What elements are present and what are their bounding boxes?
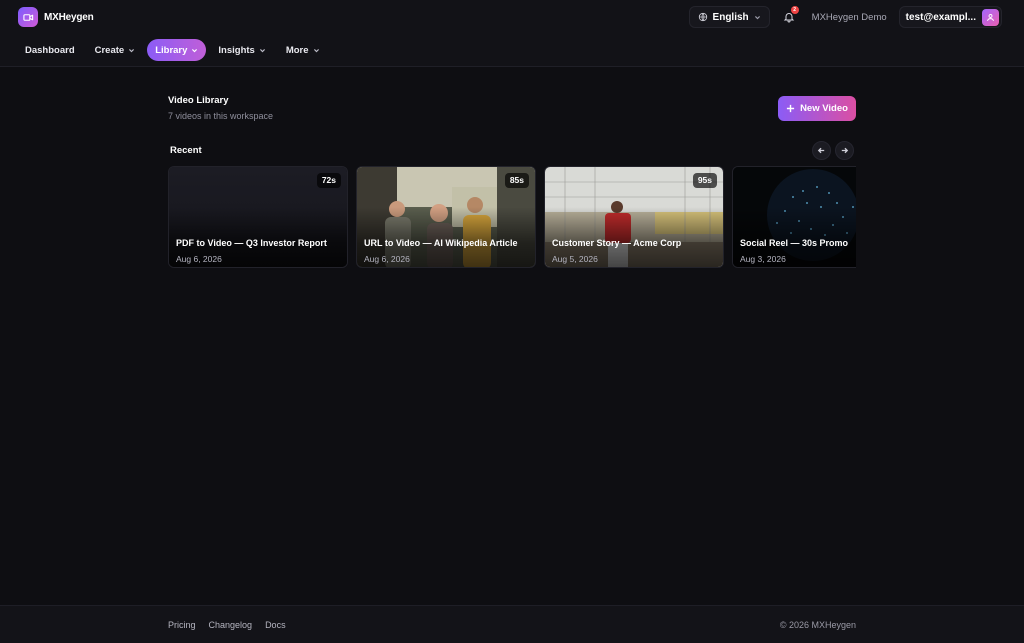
nav-create[interactable]: Create: [87, 39, 144, 61]
user-menu[interactable]: test@exampl...: [898, 6, 1002, 28]
video-date: Aug 6, 2026: [176, 254, 222, 264]
duration-badge: 95s: [692, 173, 717, 188]
footer-link-pricing[interactable]: Pricing: [168, 620, 196, 630]
section-title: Recent: [170, 145, 202, 156]
brand[interactable]: MXHeygen: [18, 7, 94, 27]
brand-name: MXHeygen: [44, 11, 94, 23]
plus-icon: [786, 104, 795, 113]
top-header: MXHeygen English 2 MXHeygen Demo test@ex…: [0, 0, 1024, 67]
nav-library[interactable]: Library: [147, 39, 207, 61]
carousel-prev-button[interactable]: [812, 141, 831, 160]
video-count: 7 videos in this workspace: [168, 111, 274, 121]
video-card[interactable]: 72s PDF to Video — Q3 Investor Report Au…: [168, 166, 348, 268]
nav-insights[interactable]: Insights: [210, 39, 273, 61]
main-nav: Dashboard Create Library Insights More: [17, 39, 328, 61]
language-selector[interactable]: English: [688, 6, 770, 28]
footer-links: Pricing Changelog Docs: [168, 620, 286, 630]
video-title: URL to Video — AI Wikipedia Article: [364, 238, 518, 248]
video-title: Social Reel — 30s Promo: [740, 238, 849, 248]
globe-icon: [698, 12, 707, 22]
language-label: English: [712, 11, 749, 23]
video-camera-icon: [18, 7, 38, 27]
new-video-button[interactable]: New Video: [778, 96, 856, 121]
footer-link-changelog[interactable]: Changelog: [209, 620, 253, 630]
video-card[interactable]: 95s Customer Story — Acme Corp Aug 5, 20…: [544, 166, 724, 268]
chevron-down-icon: [313, 48, 319, 52]
nav-label: Dashboard: [25, 44, 75, 56]
chevron-down-icon: [259, 48, 265, 52]
video-date: Aug 6, 2026: [364, 254, 410, 264]
carousel-next-button[interactable]: [835, 141, 854, 160]
video-title: PDF to Video — Q3 Investor Report: [176, 238, 327, 248]
workspace-switcher[interactable]: MXHeygen Demo: [808, 12, 891, 23]
arrow-left-icon: [817, 147, 825, 154]
video-title: Customer Story — Acme Corp: [552, 238, 682, 248]
nav-label: Create: [94, 44, 125, 56]
video-date: Aug 5, 2026: [552, 254, 598, 264]
notification-badge: 2: [790, 6, 799, 14]
page-title: Video Library: [168, 95, 229, 106]
footer: Pricing Changelog Docs © 2026 MXHeygen: [0, 605, 1024, 643]
duration-badge: 85s: [504, 173, 529, 188]
user-icon: [982, 8, 999, 26]
user-email: test@exampl...: [905, 11, 976, 23]
nav-dashboard[interactable]: Dashboard: [17, 39, 83, 61]
chevron-down-icon: [192, 48, 198, 52]
nav-label: Library: [155, 44, 188, 56]
arrow-right-icon: [841, 147, 849, 154]
chevron-down-icon: [754, 15, 760, 19]
nav-label: More: [285, 44, 309, 56]
footer-link-docs[interactable]: Docs: [265, 620, 286, 630]
copyright: © 2026 MXHeygen: [779, 620, 856, 630]
nav-label: Insights: [218, 44, 255, 56]
notifications-button[interactable]: 2: [778, 6, 800, 28]
video-card[interactable]: Social Reel — 30s Promo Aug 3, 2026: [732, 166, 856, 268]
video-date: Aug 3, 2026: [740, 254, 786, 264]
chevron-down-icon: [129, 48, 135, 52]
header-actions: English 2 MXHeygen Demo test@exampl...: [688, 6, 1002, 28]
video-card[interactable]: 85s URL to Video — AI Wikipedia Article …: [356, 166, 536, 268]
duration-badge: 72s: [316, 173, 341, 188]
nav-more[interactable]: More: [278, 39, 328, 61]
recent-videos-carousel: 72s PDF to Video — Q3 Investor Report Au…: [168, 166, 856, 268]
new-video-label: New Video: [800, 103, 848, 114]
